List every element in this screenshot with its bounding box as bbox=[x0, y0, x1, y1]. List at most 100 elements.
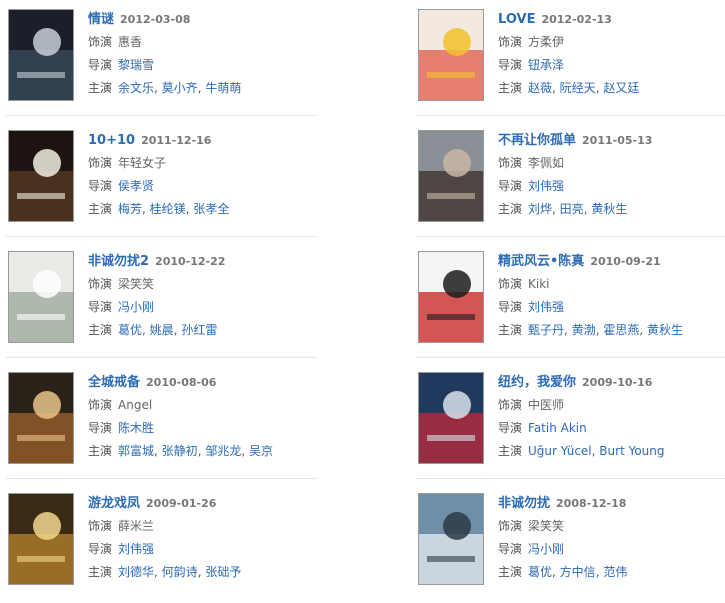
director-link[interactable]: 刘伟强 bbox=[528, 179, 564, 193]
cast-member-link[interactable]: 吴京 bbox=[249, 444, 273, 458]
cast-member-link[interactable]: 黄秋生 bbox=[591, 202, 627, 216]
cast-member-link[interactable]: 葛优 bbox=[118, 323, 142, 337]
cast-member-link[interactable]: 张础予 bbox=[205, 565, 241, 579]
role-row: 饰演 中医师 bbox=[498, 395, 665, 415]
director-link[interactable]: 刘伟强 bbox=[118, 542, 154, 556]
director-link[interactable]: 冯小刚 bbox=[118, 300, 154, 314]
role-label: 饰演 bbox=[88, 519, 113, 533]
cast-member-link[interactable]: 刘烨 bbox=[528, 202, 552, 216]
director-label: 导演 bbox=[88, 542, 113, 556]
film-title[interactable]: 精武风云•陈真 bbox=[498, 254, 584, 269]
film-title[interactable]: 情谜 bbox=[88, 12, 114, 27]
director-row: 导演 冯小刚 bbox=[88, 297, 225, 317]
film-title[interactable]: 非诚勿扰 bbox=[498, 496, 550, 511]
film-title[interactable]: 10+10 bbox=[88, 133, 135, 148]
cast-row: 主演 余文乐, 莫小齐, 牛萌萌 bbox=[88, 78, 241, 98]
release-date: 2010-12-22 bbox=[155, 255, 226, 268]
cast-label: 主演 bbox=[88, 323, 113, 337]
film-poster[interactable] bbox=[418, 9, 484, 101]
cast-member-link[interactable]: 莫小齐 bbox=[162, 81, 198, 95]
cast-member-link[interactable]: 何韵诗 bbox=[162, 565, 198, 579]
cast-member-link[interactable]: 邹兆龙 bbox=[205, 444, 241, 458]
cast-member-link[interactable]: 张孝全 bbox=[193, 202, 229, 216]
film-info: 精武风云•陈真 2010-09-21 饰演 Kiki 导演 刘伟强 主演 甄子丹, 黄渤, 霍… bbox=[498, 251, 683, 340]
film-poster[interactable] bbox=[418, 251, 484, 343]
cast-member-link[interactable]: 姚晨 bbox=[150, 323, 174, 337]
cast-member-link[interactable]: 张静初 bbox=[162, 444, 198, 458]
cast-member-link[interactable]: 霍思燕 bbox=[603, 323, 639, 337]
film-title[interactable]: 游龙戏凤 bbox=[88, 496, 140, 511]
film-title-row: 全城戒备 2010-08-06 bbox=[88, 372, 273, 392]
cast-member-link[interactable]: 黄渤 bbox=[572, 323, 596, 337]
director-link[interactable]: 侯孝贤 bbox=[118, 179, 154, 193]
film-info: 非诚勿扰 2008-12-18 饰演 梁笑笑 导演 冯小刚 主演 葛优, 方中信, 范伟 bbox=[498, 493, 627, 582]
cast-member-link[interactable]: Burt Young bbox=[599, 444, 664, 458]
director-label: 导演 bbox=[88, 421, 113, 435]
role-name: 李佩如 bbox=[528, 156, 565, 170]
film-poster[interactable] bbox=[418, 130, 484, 222]
role-label: 饰演 bbox=[498, 398, 523, 412]
cast-member-link[interactable]: 牛萌萌 bbox=[205, 81, 241, 95]
film-card: 全城戒备 2010-08-06 饰演 Angel 导演 陈木胜 主演 郭富城, 张静初, 邹兆… bbox=[8, 372, 328, 482]
cast-member-link[interactable]: 田亮 bbox=[560, 202, 584, 216]
film-poster[interactable] bbox=[418, 372, 484, 464]
director-label: 导演 bbox=[498, 542, 523, 556]
cast-list: 葛优, 方中信, 范伟 bbox=[528, 565, 627, 579]
film-poster[interactable] bbox=[8, 130, 74, 222]
cast-member-link[interactable]: 郭富城 bbox=[118, 444, 154, 458]
film-title[interactable]: 非诚勿扰2 bbox=[88, 254, 149, 269]
cast-list: 梅芳, 桂纶镁, 张孝全 bbox=[118, 202, 229, 216]
role-row: 饰演 Angel bbox=[88, 395, 273, 415]
cast-member-link[interactable]: 葛优 bbox=[528, 565, 552, 579]
role-row: 饰演 惠香 bbox=[88, 32, 241, 52]
cast-label: 主演 bbox=[498, 202, 523, 216]
film-title[interactable]: 纽约，我爱你 bbox=[498, 375, 576, 390]
film-title[interactable]: LOVE bbox=[498, 12, 535, 27]
cast-member-link[interactable]: 范伟 bbox=[603, 565, 627, 579]
release-date: 2012-02-13 bbox=[541, 13, 612, 26]
cast-member-link[interactable]: 黄秋生 bbox=[647, 323, 683, 337]
role-label: 饰演 bbox=[88, 277, 113, 291]
role-label: 饰演 bbox=[498, 156, 523, 170]
release-date: 2009-10-16 bbox=[582, 376, 653, 389]
director-link[interactable]: Fatih Akin bbox=[528, 421, 587, 435]
film-title[interactable]: 不再让你孤单 bbox=[498, 133, 576, 148]
director-link[interactable]: 刘伟强 bbox=[528, 300, 564, 314]
film-poster[interactable] bbox=[418, 493, 484, 585]
cast-list: 刘德华, 何韵诗, 张础予 bbox=[118, 565, 241, 579]
cast-member-link[interactable]: 甄子丹 bbox=[528, 323, 564, 337]
cast-row: 主演 赵薇, 阮经天, 赵又廷 bbox=[498, 78, 639, 98]
role-label: 饰演 bbox=[498, 519, 523, 533]
cast-member-link[interactable]: 方中信 bbox=[560, 565, 596, 579]
role-name: 年轻女子 bbox=[118, 156, 167, 170]
director-row: 导演 刘伟强 bbox=[498, 297, 683, 317]
film-poster[interactable] bbox=[8, 372, 74, 464]
cast-member-link[interactable]: 赵薇 bbox=[528, 81, 552, 95]
director-link[interactable]: 冯小刚 bbox=[528, 542, 564, 556]
film-title[interactable]: 全城戒备 bbox=[88, 375, 140, 390]
cast-list: 赵薇, 阮经天, 赵又廷 bbox=[528, 81, 639, 95]
cast-member-link[interactable]: 桂纶镁 bbox=[150, 202, 186, 216]
film-info: 10+10 2011-12-16 饰演 年轻女子 导演 侯孝贤 主演 梅芳, 桂纶镁, 张孝全 bbox=[88, 130, 229, 219]
film-poster[interactable] bbox=[8, 493, 74, 585]
cast-list: 葛优, 姚晨, 孙红雷 bbox=[118, 323, 217, 337]
role-row: 饰演 梁笑笑 bbox=[88, 274, 225, 294]
film-info: 不再让你孤单 2011-05-13 饰演 李佩如 导演 刘伟强 主演 刘烨, 田亮, 黄秋生 bbox=[498, 130, 652, 219]
cast-member-link[interactable]: 梅芳 bbox=[118, 202, 142, 216]
film-poster[interactable] bbox=[8, 9, 74, 101]
cast-member-link[interactable]: 赵又廷 bbox=[603, 81, 639, 95]
cast-member-link[interactable]: 余文乐 bbox=[118, 81, 154, 95]
film-poster[interactable] bbox=[8, 251, 74, 343]
cast-member-link[interactable]: 阮经天 bbox=[560, 81, 596, 95]
cast-member-link[interactable]: Uğur Yücel bbox=[528, 444, 592, 458]
cast-member-link[interactable]: 孙红雷 bbox=[181, 323, 217, 337]
release-date: 2010-09-21 bbox=[590, 255, 661, 268]
film-title-row: 10+10 2011-12-16 bbox=[88, 130, 229, 150]
film-title-row: 游龙戏凤 2009-01-26 bbox=[88, 493, 241, 513]
director-link[interactable]: 黎瑞雪 bbox=[118, 58, 154, 72]
director-link[interactable]: 陈木胜 bbox=[118, 421, 154, 435]
film-info: 纽约，我爱你 2009-10-16 饰演 中医师 导演 Fatih Akin 主演 Uğur … bbox=[498, 372, 665, 461]
cast-member-link[interactable]: 刘德华 bbox=[118, 565, 154, 579]
director-link[interactable]: 钮承泽 bbox=[528, 58, 564, 72]
director-row: 导演 刘伟强 bbox=[88, 539, 241, 559]
